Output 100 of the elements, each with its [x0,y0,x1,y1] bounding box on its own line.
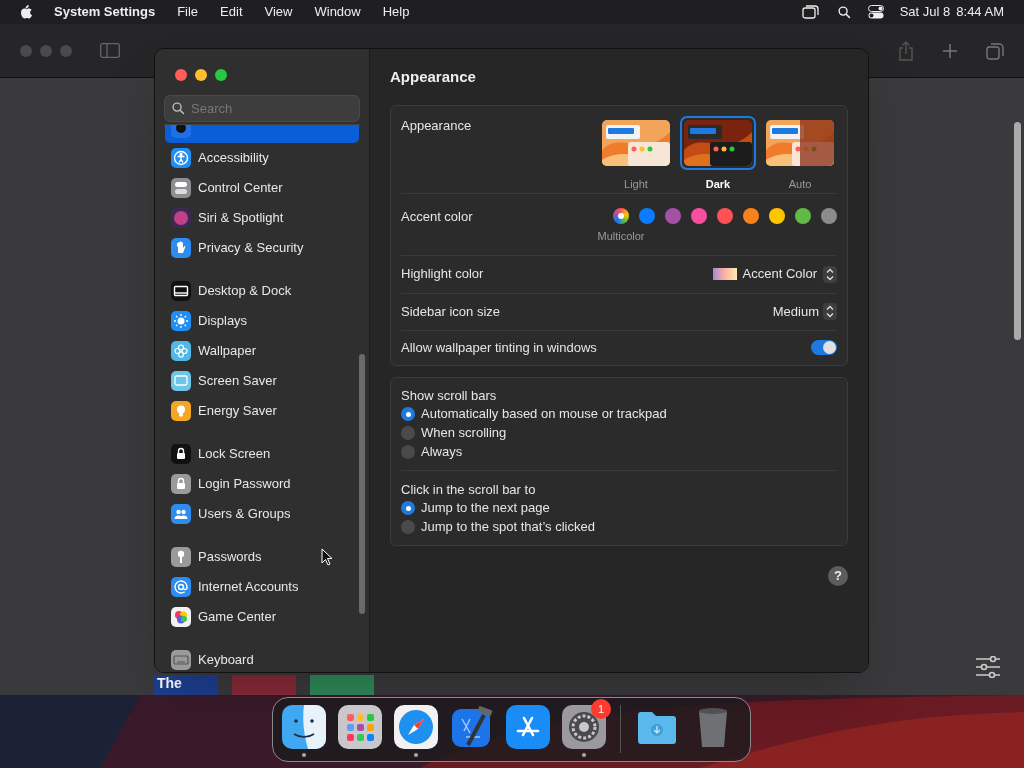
radio-button[interactable] [401,426,415,440]
menu-item[interactable]: System Settings [54,2,156,22]
sidebar-item[interactable]: Internet Accounts [165,572,359,602]
menu-time[interactable]: 8:44 AM [956,2,1004,22]
pane-title: Appearance [390,67,476,87]
row-label: Highlight color [401,265,484,284]
radio-option[interactable]: Jump to the spot that’s clicked [401,517,595,537]
radio-option[interactable]: Jump to the next page [401,498,550,518]
bubbles-icon [171,607,191,627]
radio-button[interactable] [401,520,415,534]
swatch-label: Multicolor [597,228,645,244]
row-label: Allow wallpaper tinting in windows [401,338,597,357]
color-swatch[interactable] [665,207,681,224]
search-icon [172,102,185,115]
close-button[interactable] [175,69,187,81]
keyboard-icon [171,650,191,670]
lock-icon [171,444,191,464]
flower-icon [171,341,191,361]
row-label: Accent color [401,207,473,226]
accessibility-icon [171,148,191,168]
sidebar-item[interactable]: Game Center [165,602,359,632]
color-swatch[interactable] [743,207,759,224]
menu-item[interactable]: Window [314,2,361,22]
app-store-icon[interactable] [506,705,550,749]
sun-icon [171,311,191,331]
menu-item[interactable]: Help [382,2,410,22]
sidebar-item[interactable]: Keyboard [165,645,359,672]
sidebar-item[interactable]: Siri & Spotlight [165,203,359,233]
minimize-button[interactable] [195,69,207,81]
sidebar-item[interactable]: Desktop & Dock [165,276,359,306]
toggles-icon [171,178,191,198]
people-icon [171,504,191,524]
sliders-icon[interactable] [975,656,1001,678]
radio-option[interactable]: Always [401,442,463,462]
sidebar-item[interactable]: Screen Saver [165,366,359,396]
plus-icon[interactable] [942,42,958,59]
appearance-option[interactable]: Light [599,115,673,193]
zoom-button[interactable] [215,69,227,81]
key-icon [171,547,191,567]
lock-icon [171,474,191,494]
sidebar-item[interactable]: Lock Screen [165,439,359,469]
icon-size-popup[interactable]: Medium [772,301,837,322]
radio-button[interactable] [401,445,415,459]
gradient-swatch [712,268,737,280]
gear-icon[interactable] [562,705,606,749]
lightbulb-icon [171,401,191,421]
scrollbar[interactable] [359,354,365,614]
radio-button[interactable] [401,501,415,515]
row-label: Appearance [401,116,472,135]
sidebar-item[interactable]: Energy Saver [165,396,359,426]
launchpad-icon[interactable] [338,705,382,749]
color-swatch[interactable] [717,207,733,224]
sidebar-item[interactable]: Passwords [165,542,359,572]
menu-date[interactable]: Sat Jul 8 [899,2,951,22]
windows-icon[interactable] [801,5,819,19]
sidebar-item[interactable]: Accessibility [165,143,359,173]
cursor-icon [321,548,333,566]
dock-icon [171,281,191,301]
radio-option[interactable]: When scrolling [401,423,507,443]
hammer-icon[interactable] [450,705,494,749]
sidebar-item[interactable]: Privacy & Security [165,233,359,263]
radio-button[interactable] [401,407,415,421]
finder-icon[interactable] [282,705,326,749]
sidebar-item[interactable]: Displays [165,306,359,336]
color-swatch[interactable] [795,207,811,224]
help-button[interactable]: ? [828,565,848,586]
color-swatch[interactable] [821,207,837,224]
chevron-icon [823,265,837,283]
appearance-option[interactable]: Auto [763,115,837,193]
orb-icon [171,208,191,228]
notification-badge: 1 [591,699,611,719]
search-field[interactable]: Search [164,95,360,122]
color-swatch[interactable] [769,207,785,224]
multicolor-swatch[interactable] [613,207,629,224]
color-swatch[interactable] [639,207,655,224]
highlight-color-popup[interactable]: Accent Color [712,264,837,284]
sidebar-icon[interactable] [100,43,120,58]
menu-item[interactable]: File [177,2,199,22]
group-label: Show scroll bars [401,386,497,405]
sidebar-item[interactable]: Users & Groups [165,499,359,529]
menu-item[interactable]: View [264,2,293,22]
color-swatch[interactable] [691,207,707,224]
compass-icon[interactable] [394,705,438,749]
control-center-icon[interactable] [867,5,884,19]
apple-logo-icon[interactable] [20,4,33,20]
menu-item[interactable]: Edit [220,2,243,22]
tabs-icon[interactable] [986,41,1004,60]
hand-icon [171,238,191,258]
sidebar-item[interactable]: Wallpaper [165,336,359,366]
scrollbar[interactable] [1014,122,1021,340]
site-tile[interactable] [232,675,296,695]
sidebar-item[interactable]: Login Password [165,469,359,499]
site-tile[interactable] [310,675,374,695]
chevron-icon [823,303,837,320]
site-tile[interactable]: The [154,675,218,695]
search-icon[interactable] [837,5,851,19]
screen-icon [171,371,191,391]
toggle-switch[interactable] [811,340,837,355]
sidebar-item[interactable]: Control Center [165,173,359,203]
radio-option[interactable]: Automatically based on mouse or trackpad [401,404,667,424]
